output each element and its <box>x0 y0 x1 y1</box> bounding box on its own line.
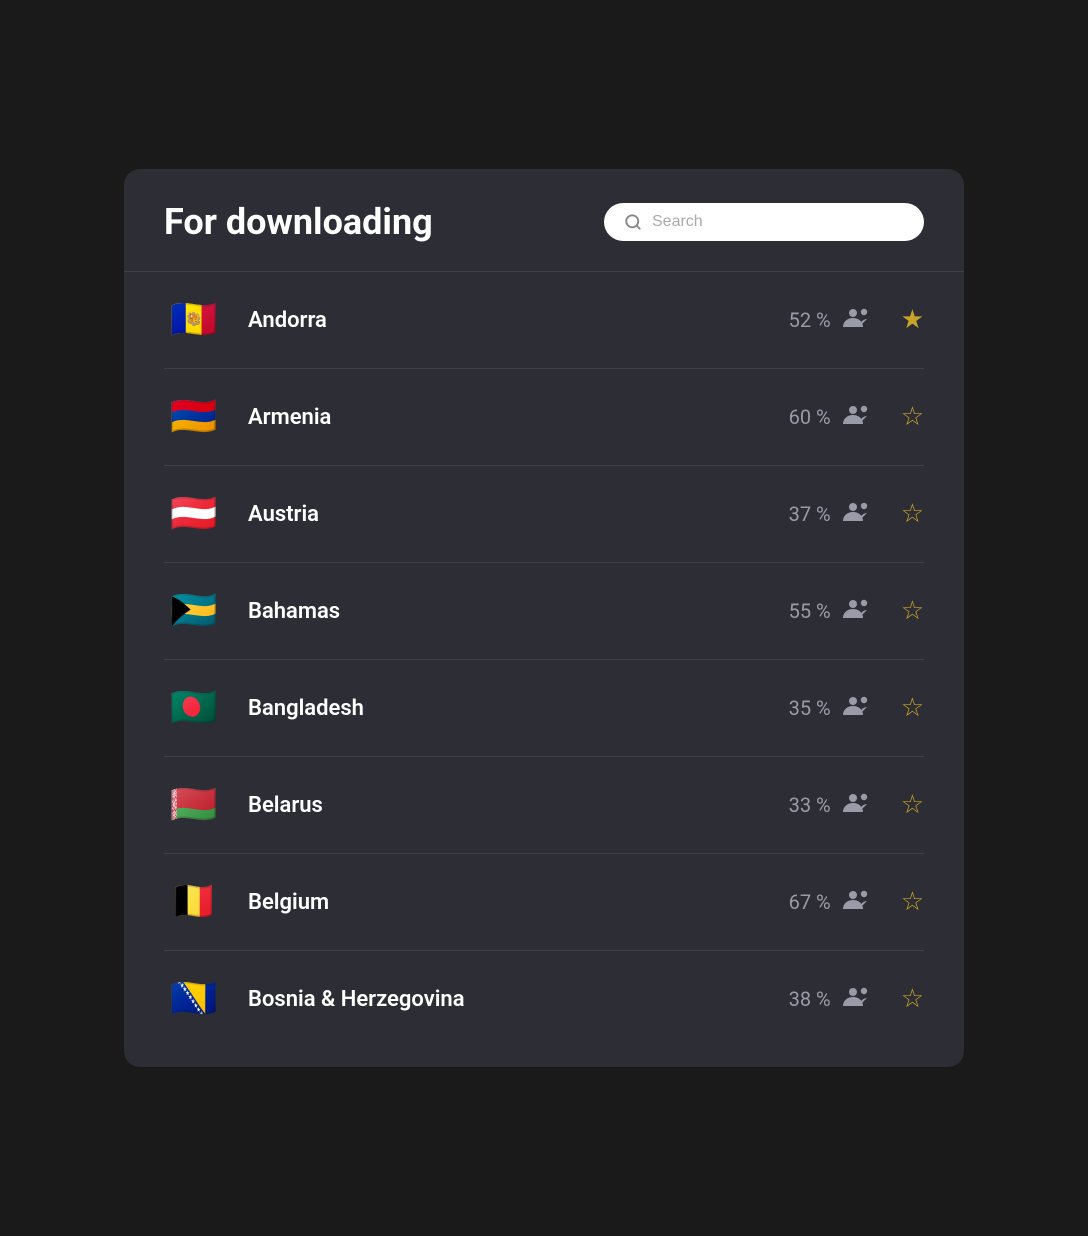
flag-bahamas: 🇧🇸 <box>164 581 224 641</box>
star-button[interactable]: ☆ <box>901 499 924 529</box>
percentage-value: 55 % <box>789 599 831 623</box>
percentage-value: 38 % <box>789 987 831 1011</box>
list-item: 🇧🇪 Belgium67 % ☆ <box>164 854 924 951</box>
people-icon <box>843 889 871 916</box>
page-header: For downloading <box>124 169 964 272</box>
people-icon <box>843 307 871 334</box>
percentage-value: 67 % <box>789 890 831 914</box>
percentage-value: 60 % <box>789 405 831 429</box>
search-container[interactable] <box>604 203 924 241</box>
percentage-value: 33 % <box>789 793 831 817</box>
list-item: 🇧🇦 Bosnia & Herzegovina38 % ☆ <box>164 951 924 1047</box>
people-icon <box>843 501 871 528</box>
people-icon <box>843 598 871 625</box>
flag-armenia: 🇦🇲 <box>164 387 224 447</box>
percentage-value: 52 % <box>789 308 831 332</box>
country-name: Belarus <box>248 793 789 818</box>
country-name: Armenia <box>248 405 789 430</box>
flag-belarus: 🇧🇾 <box>164 775 224 835</box>
star-button[interactable]: ☆ <box>901 984 924 1014</box>
list-item: 🇧🇾 Belarus33 % ☆ <box>164 757 924 854</box>
star-button[interactable]: ☆ <box>901 887 924 917</box>
country-name: Andorra <box>248 308 789 333</box>
main-card: For downloading 🇦🇩 Andorra52 % ★ 🇦🇲 Armenia… <box>124 169 964 1067</box>
country-name: Bosnia & Herzegovina <box>248 987 789 1012</box>
star-button[interactable]: ☆ <box>901 402 924 432</box>
country-name: Belgium <box>248 890 789 915</box>
flag-bangladesh: 🇧🇩 <box>164 678 224 738</box>
country-list: 🇦🇩Andorra52 % ★🇦🇲Armenia60 % ☆🇦🇹Austria3… <box>124 272 964 1047</box>
star-button[interactable]: ☆ <box>901 790 924 820</box>
flag-austria: 🇦🇹 <box>164 484 224 544</box>
search-input[interactable] <box>652 213 904 231</box>
star-button[interactable]: ☆ <box>901 693 924 723</box>
country-name: Bahamas <box>248 599 789 624</box>
list-item: 🇦🇹 Austria37 % ☆ <box>164 466 924 563</box>
flag-belgium: 🇧🇪 <box>164 872 224 932</box>
country-name: Bangladesh <box>248 696 789 721</box>
list-item: 🇧🇩 Bangladesh35 % ☆ <box>164 660 924 757</box>
star-button[interactable]: ★ <box>901 305 924 335</box>
percentage-value: 37 % <box>789 502 831 526</box>
people-icon <box>843 404 871 431</box>
flag-andorra: 🇦🇩 <box>164 290 224 350</box>
country-name: Austria <box>248 502 789 527</box>
percentage-value: 35 % <box>789 696 831 720</box>
people-icon <box>843 986 871 1013</box>
search-icon <box>624 213 642 231</box>
people-icon <box>843 792 871 819</box>
list-item: 🇦🇩 Andorra52 % ★ <box>164 272 924 369</box>
people-icon <box>843 695 871 722</box>
flag-bosnia: 🇧🇦 <box>164 969 224 1029</box>
star-button[interactable]: ☆ <box>901 596 924 626</box>
list-item: 🇦🇲 Armenia60 % ☆ <box>164 369 924 466</box>
list-item: 🇧🇸 Bahamas55 % ☆ <box>164 563 924 660</box>
page-title: For downloading <box>164 201 433 243</box>
